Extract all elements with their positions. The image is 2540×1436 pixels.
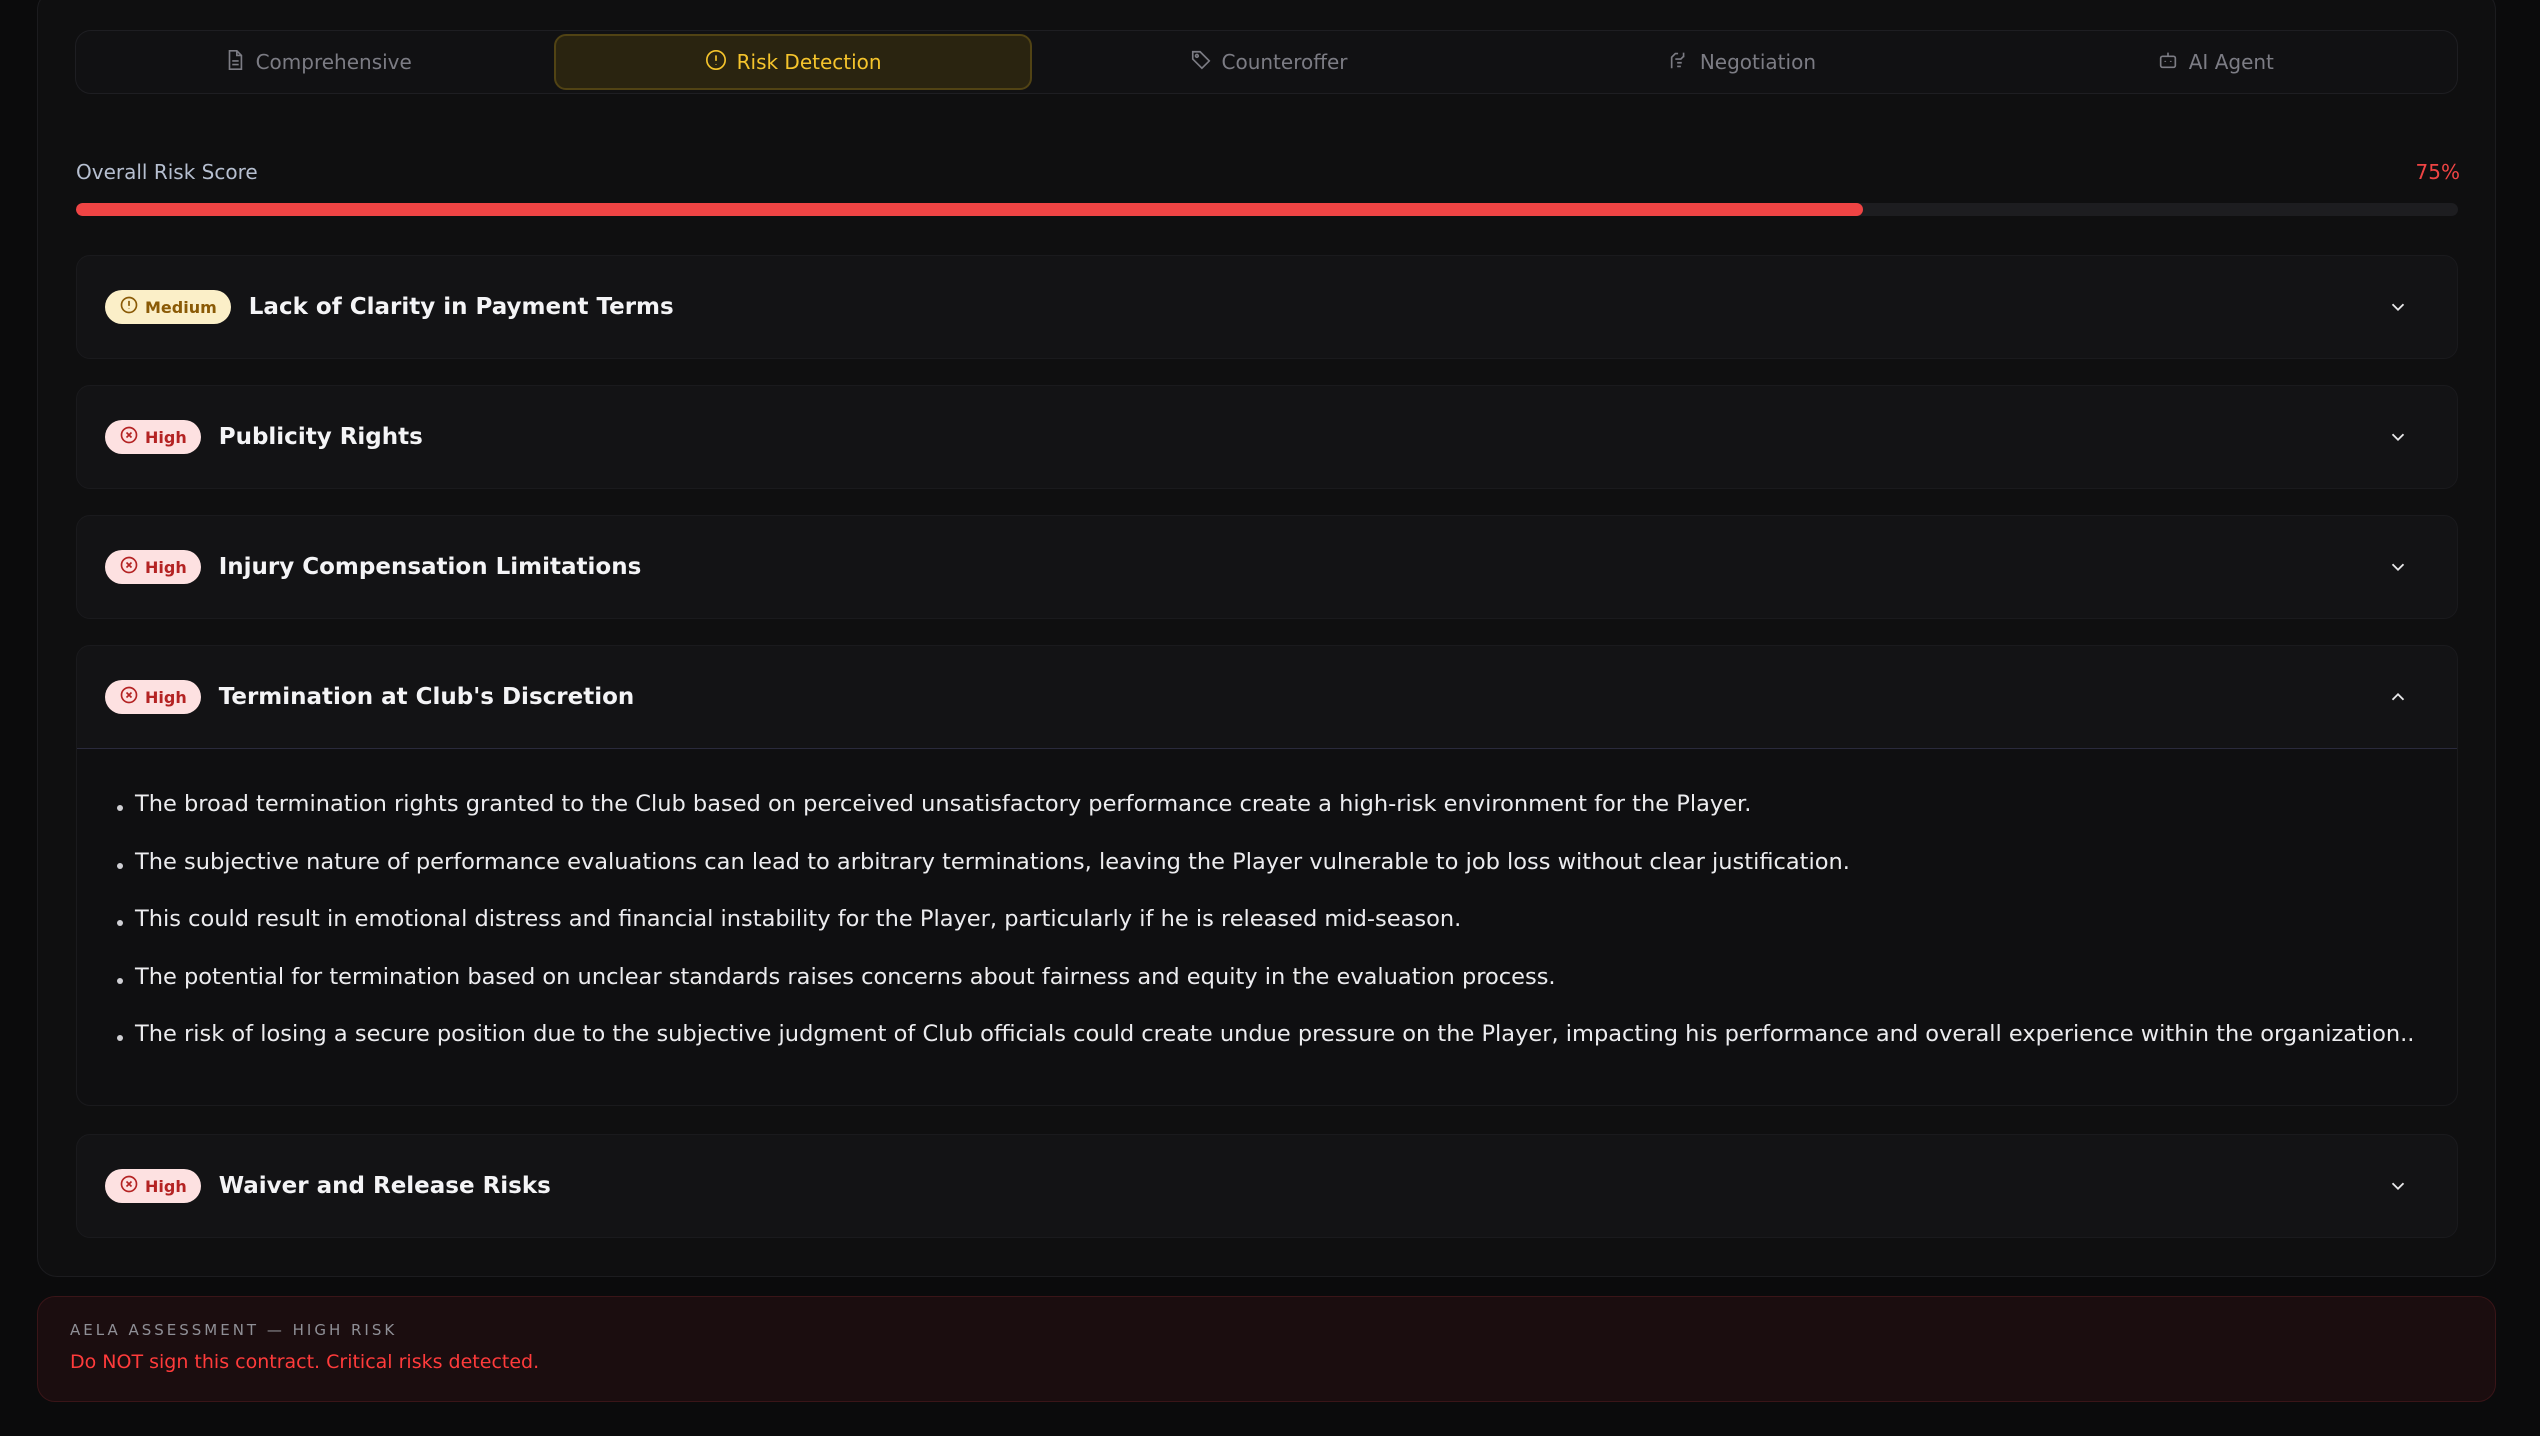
risk-item-expanded: High Termination at Club's Discretion Th… (76, 645, 2458, 1106)
tab-comprehensive[interactable]: Comprehensive (81, 34, 554, 90)
assessment-label: AELA ASSESSMENT — HIGH RISK (70, 1321, 398, 1339)
severity-label: High (145, 557, 187, 577)
analysis-tabs: Comprehensive Risk Detection Counteroffe… (75, 30, 2458, 94)
risk-point: This could result in emotional distress … (77, 906, 2457, 964)
warning-circle-icon (119, 295, 139, 319)
severity-badge: Medium (105, 290, 231, 324)
chevron-up-icon[interactable] (2387, 686, 2409, 708)
severity-label: High (145, 1176, 187, 1196)
risk-title: Termination at Club's Discretion (218, 684, 635, 710)
tab-ai-agent[interactable]: AI Agent (1979, 34, 2452, 90)
handshake-icon (1668, 49, 1690, 76)
severity-badge: High (105, 680, 201, 714)
risk-score-label: Overall Risk Score (76, 160, 258, 184)
x-circle-icon (119, 555, 139, 579)
risk-point: The subjective nature of performance eva… (77, 849, 2457, 907)
alert-circle-icon (705, 49, 727, 76)
risk-header[interactable]: High Waiver and Release Risks (77, 1135, 2457, 1237)
risk-header[interactable]: High Publicity Rights (77, 386, 2457, 488)
assessment-message: Do NOT sign this contract. Critical risk… (70, 1351, 540, 1373)
risk-title: Waiver and Release Risks (218, 1173, 551, 1199)
x-circle-icon (119, 425, 139, 449)
risk-header[interactable]: High Injury Compensation Limitations (77, 516, 2457, 618)
tab-label: AI Agent (2188, 50, 2274, 74)
tab-label: Comprehensive (255, 50, 412, 74)
x-circle-icon (119, 1174, 139, 1198)
risk-point: The broad termination rights granted to … (77, 791, 2457, 849)
risk-title: Publicity Rights (218, 424, 423, 450)
chevron-down-icon[interactable] (2387, 296, 2409, 318)
bot-icon (2157, 49, 2179, 76)
risk-point: The risk of losing a secure position due… (77, 1021, 2457, 1079)
risk-point: The potential for termination based on u… (77, 964, 2457, 1022)
x-circle-icon (119, 685, 139, 709)
chevron-down-icon[interactable] (2387, 1175, 2409, 1197)
risk-title: Injury Compensation Limitations (218, 554, 642, 580)
severity-label: High (145, 687, 187, 707)
severity-label: Medium (145, 297, 217, 317)
severity-badge: High (105, 550, 201, 584)
risk-title: Lack of Clarity in Payment Terms (248, 294, 674, 320)
severity-label: High (145, 427, 187, 447)
tag-icon (1190, 49, 1212, 76)
risk-score-fill (76, 203, 1863, 216)
risk-score-bar (76, 203, 2458, 216)
document-icon (224, 49, 246, 76)
risk-item: Medium Lack of Clarity in Payment Terms (76, 255, 2458, 359)
tab-label: Risk Detection (736, 50, 882, 74)
tab-counteroffer[interactable]: Counteroffer (1032, 34, 1505, 90)
risk-details: The broad termination rights granted to … (77, 748, 2457, 1105)
risk-score-value: 75% (2415, 160, 2460, 184)
chevron-down-icon[interactable] (2387, 426, 2409, 448)
tab-risk-detection[interactable]: Risk Detection (554, 34, 1032, 90)
risk-item: High Waiver and Release Risks (76, 1134, 2458, 1238)
tab-label: Counteroffer (1221, 50, 1348, 74)
risk-header[interactable]: Medium Lack of Clarity in Payment Terms (77, 256, 2457, 358)
chevron-down-icon[interactable] (2387, 556, 2409, 578)
tab-label: Negotiation (1699, 50, 1816, 74)
risk-header[interactable]: High Termination at Club's Discretion (77, 646, 2457, 748)
risk-item: High Injury Compensation Limitations (76, 515, 2458, 619)
tab-negotiation[interactable]: Negotiation (1505, 34, 1978, 90)
severity-badge: High (105, 420, 201, 454)
severity-badge: High (105, 1169, 201, 1203)
risk-item: High Publicity Rights (76, 385, 2458, 489)
assessment-banner: AELA ASSESSMENT — HIGH RISK Do NOT sign … (37, 1296, 2496, 1402)
